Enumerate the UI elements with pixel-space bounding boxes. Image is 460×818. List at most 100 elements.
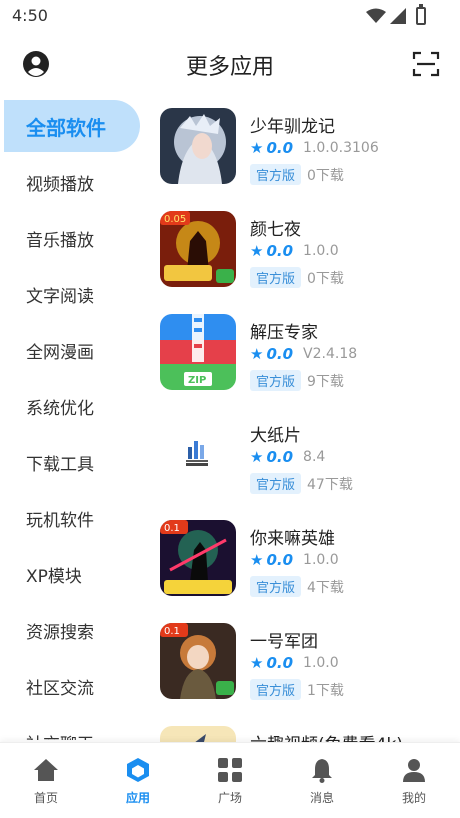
app-tags: 官方版 0下载: [250, 164, 344, 185]
sidebar-item-comics[interactable]: 全网漫画: [0, 324, 136, 376]
sidebar-item-community[interactable]: 社区交流: [0, 660, 136, 712]
list-item[interactable]: 0.05 颜七夜 ★ 0.0 1.0.0 官方版 0下载: [160, 207, 460, 288]
wifi-icon: [366, 8, 386, 23]
app-meta: ★ 0.0 1.0.0: [250, 654, 339, 672]
download-count: 1下载: [307, 682, 344, 699]
app-tags: 官方版 9下载: [250, 370, 344, 391]
app-rating: 0.0: [266, 654, 294, 672]
list-item[interactable]: ZIP 解压专家 ★ 0.0 V2.4.18 官方版 9下载: [160, 310, 460, 391]
official-badge: 官方版: [250, 267, 302, 288]
nav-square[interactable]: 广场: [184, 757, 276, 813]
app-list: 少年驯龙记 ★ 0.0 1.0.0.3106 官方版 0下载 0.05 颜七夜 …: [160, 102, 460, 742]
nav-home[interactable]: 首页: [0, 757, 92, 813]
official-badge: 官方版: [250, 164, 302, 185]
nav-label: 我的: [401, 791, 426, 805]
sidebar-item-music[interactable]: 音乐播放: [0, 212, 136, 264]
app-meta: ★ 0.0 1.0.0: [250, 242, 339, 260]
app-meta: ★ 0.0 1.0.0.3106: [250, 139, 379, 157]
star-icon: ★: [250, 242, 264, 260]
app-name: 少年驯龙记: [250, 117, 335, 137]
sidebar-item-label: 下载工具: [26, 454, 94, 475]
scan-icon[interactable]: [412, 50, 440, 78]
list-item[interactable]: 六趣视频(免费看4k): [160, 722, 460, 742]
app-rating: 0.0: [266, 242, 294, 260]
download-count: 9下载: [307, 373, 344, 390]
app-tags: 官方版 47下载: [250, 473, 353, 494]
chart-logo-icon: [160, 417, 236, 493]
sidebar-item-label: 玩机软件: [26, 510, 94, 531]
app-meta: ★ 0.0 8.4: [250, 448, 325, 466]
app-tags: 官方版 4下载: [250, 576, 344, 597]
home-icon: [34, 759, 58, 781]
sidebar-item-social[interactable]: 社交聊天: [0, 716, 136, 741]
status-icons: [366, 4, 426, 25]
sidebar-item-resource-search[interactable]: 资源搜索: [0, 604, 136, 656]
list-item[interactable]: 0.1 你来嘛英雄 ★ 0.0 1.0.0 官方版 4下载: [160, 516, 460, 597]
sidebar-item-label: 资源搜索: [26, 622, 94, 643]
grid-icon: [218, 758, 242, 782]
app-meta: ★ 0.0 V2.4.18: [250, 345, 357, 363]
page-title: 更多应用: [185, 55, 274, 80]
app-version: 1.0.0: [303, 243, 339, 259]
download-count: 47下载: [307, 476, 353, 493]
star-icon: ★: [250, 345, 264, 363]
app-version: 1.0.0.3106: [303, 140, 379, 156]
sidebar-item-video[interactable]: 视频播放: [0, 156, 136, 208]
official-badge: 官方版: [250, 370, 302, 391]
star-icon: ★: [250, 551, 264, 569]
sidebar-item-xp-modules[interactable]: XP模块: [0, 548, 136, 600]
list-item[interactable]: 0.1 一号军团 ★ 0.0 1.0.0 官方版 1下载: [160, 619, 460, 700]
sidebar-item-all-software[interactable]: 全部软件: [4, 100, 140, 152]
svg-text:ZIP: ZIP: [188, 375, 206, 386]
fantasy-portrait-icon: [160, 108, 236, 184]
download-count: 0下载: [307, 167, 344, 184]
app-tags: 官方版 1下载: [250, 679, 344, 700]
app-name: 解压专家: [250, 323, 318, 343]
svg-text:0.1: 0.1: [164, 626, 180, 637]
app-rating: 0.0: [266, 448, 294, 466]
official-badge: 官方版: [250, 473, 302, 494]
app-version: 8.4: [303, 449, 326, 465]
app-rating: 0.0: [266, 139, 294, 157]
person-icon: [403, 759, 425, 782]
download-count: 4下载: [307, 579, 344, 596]
nav-messages[interactable]: 消息: [276, 757, 368, 813]
app-name: 六趣视频(免费看4k): [250, 730, 403, 742]
sidebar-item-reading[interactable]: 文字阅读: [0, 268, 136, 320]
sidebar-item-system[interactable]: 系统优化: [0, 380, 136, 432]
sidebar-item-label: 社区交流: [26, 678, 94, 699]
sidebar-item-label: 全部软件: [26, 115, 106, 140]
svg-text:0.1: 0.1: [164, 523, 180, 534]
app-tags: 官方版 0下载: [250, 267, 344, 288]
video-app-icon: [160, 726, 236, 742]
nav-label: 消息: [309, 791, 334, 805]
app-rating: 0.0: [266, 551, 294, 569]
nav-label: 广场: [217, 791, 242, 805]
nav-profile[interactable]: 我的: [368, 757, 460, 813]
list-item[interactable]: 少年驯龙记 ★ 0.0 1.0.0.3106 官方版 0下载: [160, 104, 460, 185]
star-icon: ★: [250, 448, 264, 466]
nav-label: 应用: [125, 791, 150, 805]
sidebar-item-label: 全网漫画: [26, 342, 94, 363]
list-item[interactable]: 大纸片 ★ 0.0 8.4 官方版 47下载: [160, 413, 460, 494]
sidebar-item-label: 社交聊天: [26, 730, 94, 741]
bell-icon: [312, 759, 332, 783]
sidebar-item-download-tools[interactable]: 下载工具: [0, 436, 136, 488]
sidebar-item-label: 音乐播放: [26, 230, 94, 251]
nav-apps[interactable]: 应用: [92, 757, 184, 813]
status-bar: 4:50: [0, 0, 460, 32]
app-name: 大纸片: [250, 426, 301, 446]
sidebar-item-label: 文字阅读: [26, 286, 94, 307]
svg-text:0.05: 0.05: [164, 214, 186, 225]
app-version: V2.4.18: [303, 346, 358, 362]
nav-label: 首页: [33, 791, 58, 805]
sidebar-item-label: 系统优化: [26, 398, 94, 419]
app-rating: 0.0: [266, 345, 294, 363]
sidebar-item-phone-tools[interactable]: 玩机软件: [0, 492, 136, 544]
app-version: 1.0.0: [303, 552, 339, 568]
signal-icon: [390, 8, 406, 24]
game-poster-icon: 0.05: [160, 211, 236, 287]
app-meta: ★ 0.0 1.0.0: [250, 551, 339, 569]
download-count: 0下载: [307, 270, 344, 287]
sidebar-item-label: XP模块: [26, 566, 82, 587]
